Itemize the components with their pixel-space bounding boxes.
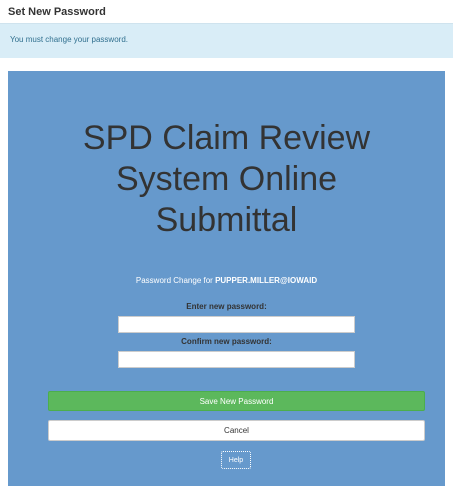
system-title-line-1: SPD Claim Review [82, 119, 371, 157]
page-title: Set New Password [8, 6, 106, 18]
cancel-button[interactable]: Cancel [48, 420, 425, 441]
confirm-password-input[interactable] [118, 351, 355, 368]
password-change-info: Password Change for PUPPER.MILLER@IOWAID [8, 276, 445, 285]
new-password-label: Enter new password: [186, 302, 267, 311]
system-title: SPD Claim Review System Online Submittal [8, 118, 445, 241]
new-password-input[interactable] [118, 316, 355, 333]
username: PUPPER.MILLER@IOWAID [215, 276, 318, 285]
help-button[interactable]: Help [221, 451, 251, 469]
alert-message: You must change your password. [10, 35, 128, 44]
system-title-line-2: System Online [115, 160, 338, 198]
password-change-prefix: Password Change for [135, 276, 213, 285]
system-title-line-3: Submittal [155, 201, 298, 239]
save-new-password-button[interactable]: Save New Password [48, 391, 425, 411]
info-alert: You must change your password. [0, 23, 453, 58]
password-panel: SPD Claim Review System Online Submittal… [8, 71, 445, 486]
confirm-password-label: Confirm new password: [181, 337, 272, 346]
